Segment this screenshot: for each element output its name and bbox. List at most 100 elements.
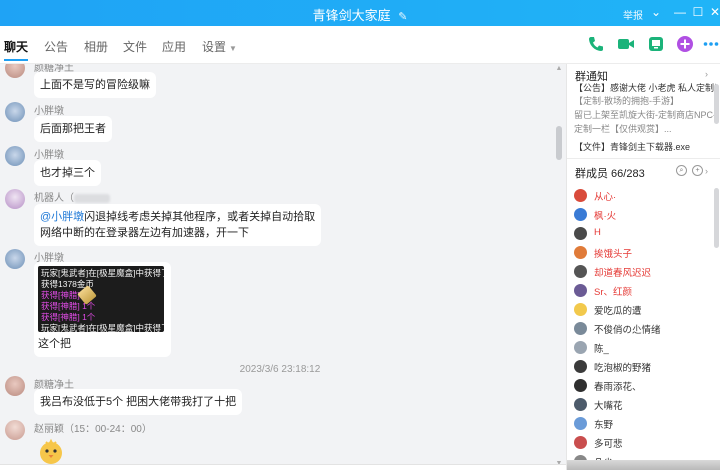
add-icon[interactable] <box>676 35 694 53</box>
more-icon[interactable] <box>703 35 719 53</box>
chevron-down-icon: ▼ <box>229 44 237 53</box>
tab-settings[interactable]: 设置 ▼ <box>202 38 237 55</box>
tab-bar: 聊天 公告 相册 文件 应用 设置 ▼ <box>0 26 720 64</box>
notice-item[interactable]: 留已上架至凯旋大街-定制商店NPC-私人 <box>574 109 716 122</box>
chevron-right-icon[interactable]: › <box>705 166 708 176</box>
phone-icon[interactable] <box>587 35 605 53</box>
tab-apps[interactable]: 应用 <box>162 38 186 55</box>
member-avatar <box>574 208 587 221</box>
member-item[interactable]: 大嘴花 <box>574 396 716 414</box>
member-item[interactable]: 东野 <box>574 415 716 433</box>
member-item[interactable]: 却道春风迟迟 <box>574 263 716 281</box>
active-tab-indicator <box>4 59 28 61</box>
member-name: 陈_ <box>594 344 609 355</box>
chick-sticker[interactable] <box>36 436 66 466</box>
member-item[interactable]: 不俊俏の尐情绪 <box>574 320 716 338</box>
notice-item[interactable]: 【定制-散场的拥抱-手游】 <box>574 95 716 108</box>
member-name: 春雨添花、 <box>594 382 642 393</box>
member-avatar <box>574 341 587 354</box>
scroll-up-icon[interactable]: ▲ <box>555 65 563 72</box>
title-bar: 青锋剑大家庭 ✎ 举报 ⌄ — ☐ ✕ <box>0 0 720 26</box>
window-title: 青锋剑大家庭 ✎ <box>0 5 720 24</box>
member-item[interactable]: 爱吃瓜的遭 <box>574 301 716 319</box>
message-bubble: 我吕布没低于5个 把困大佬带我打了十把 <box>34 389 243 415</box>
member-avatar <box>574 303 587 316</box>
member-scrollbar[interactable] <box>714 188 719 248</box>
member-avatar <box>574 360 587 373</box>
member-name: 爱吃瓜的遭 <box>594 306 642 317</box>
message-timestamp: 2023/3/6 23:18:12 <box>239 364 321 375</box>
member-item[interactable]: 从心· <box>574 187 716 205</box>
minimize-icon[interactable]: — <box>672 4 688 20</box>
message-line: 网络中断的在登录器左边有加速器，开一下 <box>40 227 249 239</box>
message-text: 闪退掉线考虑关掉其他程序，或者关掉自动拾取 <box>84 211 316 223</box>
report-link[interactable]: 举报 <box>623 7 643 22</box>
message-bubble: 后面那把王者 <box>34 116 112 142</box>
notice-item[interactable]: 【公告】感谢大佬 小老虎 私人定制武器 <box>574 82 716 95</box>
add-member-icon[interactable]: + <box>692 165 703 176</box>
member-avatar <box>574 246 587 259</box>
input-toolbar[interactable] <box>0 464 566 470</box>
close-icon[interactable]: ✕ <box>707 4 720 20</box>
message-bubble: 玩家[鬼武者]在[极星魔盒]中获得了 获得1378金币 获得[神腊] 个 获得[… <box>34 262 171 357</box>
member-item[interactable]: 挨饿头子 <box>574 244 716 262</box>
member-item[interactable]: 枫·火 <box>574 206 716 224</box>
member-avatar <box>574 322 587 335</box>
game-screenshot-image[interactable]: 玩家[鬼武者]在[极星魔盒]中获得了 获得1378金币 获得[神腊] 个 获得[… <box>38 266 164 332</box>
member-avatar <box>574 398 587 411</box>
screen-share-icon[interactable] <box>647 35 665 53</box>
member-name: 东野 <box>594 420 614 431</box>
message-bubble: 上面不是写的冒险级嘛 <box>34 72 156 98</box>
chat-scroll-thumb[interactable] <box>556 126 562 160</box>
member-avatar <box>574 379 587 392</box>
member-item[interactable]: 陈_ <box>574 339 716 357</box>
avatar[interactable] <box>5 376 25 396</box>
tab-announcement[interactable]: 公告 <box>44 38 68 55</box>
chevron-down-icon[interactable]: ⌄ <box>648 4 664 20</box>
member-name: H <box>594 227 601 238</box>
maximize-icon[interactable]: ☐ <box>690 4 706 20</box>
member-item[interactable]: Sr、红颜 <box>574 282 716 300</box>
notice-file-item[interactable]: 【文件】青锋剑主下载器.exe <box>574 141 716 154</box>
member-item[interactable]: H <box>574 225 716 243</box>
member-avatar <box>574 189 587 202</box>
member-avatar <box>574 417 587 430</box>
member-avatar <box>574 265 587 278</box>
chevron-right-icon[interactable]: › <box>705 69 708 79</box>
member-item[interactable]: 多可悲 <box>574 434 716 452</box>
avatar[interactable] <box>5 189 25 209</box>
member-name: Sr、红颜 <box>594 287 633 298</box>
member-avatar <box>574 284 587 297</box>
group-info-panel: 群通知 › 【公告】感谢大佬 小老虎 私人定制武器 【定制-散场的拥抱-手游】 … <box>566 64 720 470</box>
search-icon[interactable]: ⌕ <box>676 165 687 176</box>
redacted-id <box>74 193 110 203</box>
mention-link[interactable]: @小胖墩 <box>40 211 84 223</box>
avatar[interactable] <box>5 420 25 440</box>
avatar[interactable] <box>5 249 25 269</box>
divider <box>567 158 720 159</box>
chat-area[interactable]: ▲ 颜糖净土 上面不是写的冒险级嘛 小胖墩 后面那把王者 小胖墩 也才掉三个 机… <box>0 64 566 470</box>
sender-name: 机器人（ <box>34 189 110 204</box>
notice-scrollbar[interactable] <box>714 84 719 124</box>
member-name: 枫·火 <box>594 211 617 222</box>
avatar[interactable] <box>5 102 25 122</box>
member-name: 吃泡椒的野猪 <box>594 363 652 374</box>
image-caption: 这个把 <box>38 338 71 350</box>
chat-scrollbar[interactable] <box>555 64 563 470</box>
game-text: 获得[神腊] 1个 <box>41 312 96 322</box>
message-line: @小胖墩闪退掉线考虑关掉其他程序，或者关掉自动拾取 <box>40 209 315 225</box>
avatar[interactable] <box>5 146 25 166</box>
member-item[interactable]: 春雨添花、 <box>574 377 716 395</box>
panel-bottom-bar <box>567 460 720 470</box>
member-item[interactable]: 吃泡椒的野猪 <box>574 358 716 376</box>
tab-album[interactable]: 相册 <box>84 38 108 55</box>
avatar[interactable] <box>5 64 25 78</box>
tab-files[interactable]: 文件 <box>123 38 147 55</box>
member-name: 大嘴花 <box>594 401 623 412</box>
group-name: 青锋剑大家庭 <box>312 8 391 23</box>
pencil-icon[interactable]: ✎ <box>398 11 407 23</box>
member-name: 却道春风迟迟 <box>594 268 652 279</box>
tab-chat[interactable]: 聊天 <box>4 38 28 55</box>
video-call-icon[interactable] <box>617 35 635 53</box>
notice-item[interactable]: 定制一栏【仅供观赏】... <box>574 123 716 136</box>
